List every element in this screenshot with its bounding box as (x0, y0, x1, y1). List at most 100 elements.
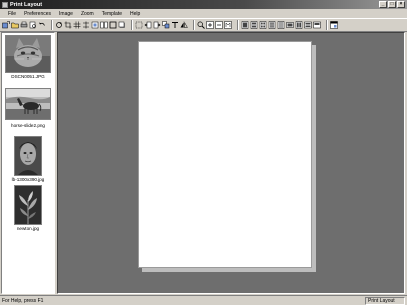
portrait-image (15, 137, 41, 175)
zoom-out-icon (215, 21, 223, 29)
move-left-button[interactable] (144, 21, 152, 30)
toolbar-separator (51, 20, 53, 30)
template-9-button[interactable] (313, 21, 321, 30)
shadow-icon (118, 21, 125, 28)
cat-image (6, 36, 50, 72)
undo-icon (39, 22, 45, 26)
template-two-icon (250, 21, 258, 29)
template-2-button[interactable] (250, 21, 258, 30)
shadow-button[interactable] (118, 21, 126, 30)
flip-icon (180, 21, 188, 29)
border-icon (109, 21, 117, 29)
print-page[interactable] (138, 41, 312, 268)
rotate-button[interactable] (55, 21, 63, 30)
print-button[interactable] (20, 21, 28, 30)
menu-bar: File Preferences Image Zoom Template Hel… (0, 9, 407, 18)
menu-file[interactable]: File (4, 11, 20, 17)
select-button[interactable] (135, 21, 143, 30)
add-images-button[interactable] (2, 21, 10, 30)
thumbnail-item[interactable]: newton.jpg (2, 184, 54, 234)
magnifier-icon (197, 21, 205, 29)
actual-size-button[interactable] (224, 21, 232, 30)
maximize-button[interactable]: □ (388, 1, 396, 8)
menu-image[interactable]: Image (55, 11, 77, 17)
zoom-out-button[interactable] (215, 21, 223, 30)
text-icon (172, 22, 178, 28)
open-folder-icon (11, 22, 19, 29)
undo-button[interactable] (38, 21, 46, 30)
template-3-button[interactable] (259, 21, 267, 30)
crop-icon (64, 21, 72, 29)
border-button[interactable] (109, 21, 117, 30)
text-button[interactable] (171, 21, 179, 30)
thumbnail-frame (5, 88, 51, 120)
close-button[interactable]: × (397, 1, 405, 8)
template-grid-icon (277, 21, 285, 29)
grid-button[interactable] (73, 21, 81, 30)
grid-icon (73, 21, 81, 29)
add-images-icon (2, 21, 10, 29)
template-split-icon (295, 21, 303, 29)
align-icon (83, 21, 89, 29)
thumbnail-label: newton.jpg (16, 226, 40, 231)
stack-button[interactable] (162, 21, 170, 30)
zoom-in-button[interactable] (206, 21, 214, 30)
template-7-button[interactable] (295, 21, 303, 30)
thumbnail-frame (14, 185, 42, 225)
thumbnail-label: lb-1300x390.jpg (11, 177, 45, 182)
menu-template[interactable]: Template (98, 11, 126, 17)
layout-workspace[interactable] (57, 32, 405, 294)
crop-button[interactable] (64, 21, 72, 30)
toolbar-group-file (2, 21, 46, 30)
zoom-button[interactable] (197, 21, 205, 30)
menu-zoom[interactable]: Zoom (77, 11, 98, 17)
template-banner-icon (313, 21, 321, 29)
template-6-button[interactable] (286, 21, 294, 30)
preview-icon (29, 21, 36, 29)
thumbnail-item[interactable]: horse-slide2.png (2, 85, 54, 132)
status-help-text: For Help, press F1 (2, 297, 44, 304)
preview-button[interactable] (29, 21, 37, 30)
printer-icon (20, 21, 28, 28)
toolbar-group-layout (135, 21, 188, 30)
flip-button[interactable] (180, 21, 188, 30)
toolbar-separator (326, 20, 328, 30)
minimize-button[interactable]: _ (379, 1, 387, 8)
actual-size-icon (224, 21, 232, 29)
toolbar-group-template (241, 21, 321, 30)
align-button[interactable] (82, 21, 90, 30)
thumbnail-label: horse-slide2.png (11, 123, 45, 128)
toolbar-group-edit (55, 21, 126, 30)
columns-button[interactable] (100, 21, 108, 30)
template-5-button[interactable] (277, 21, 285, 30)
app-icon (2, 1, 8, 8)
template-full-icon (241, 21, 249, 29)
thumbnail-item[interactable]: DSCN0051.JPG (2, 33, 54, 83)
open-button[interactable] (11, 21, 19, 30)
stack-icon (162, 21, 170, 29)
window-controls: _ □ × (379, 1, 405, 8)
template-4-button[interactable] (268, 21, 276, 30)
rotate-icon (56, 22, 62, 28)
thumbnail-panel[interactable]: DSCN0051.JPG horse-slide2.png lb-1300x39… (1, 32, 55, 294)
thumbnail-item[interactable]: lb-1300x390.jpg (2, 133, 54, 183)
move-right-icon (153, 21, 161, 29)
toolbar-separator (237, 20, 239, 30)
move-right-button[interactable] (153, 21, 161, 30)
horse-image (6, 89, 50, 119)
toolbar (0, 18, 407, 32)
window-title: Print Layout (10, 1, 43, 8)
plant-image (15, 186, 41, 224)
toolbar-group-zoom (197, 21, 232, 30)
zoom-in-icon (206, 21, 214, 29)
page-setup-icon (330, 21, 338, 29)
thumbnail-label: DSCN0051.JPG (11, 74, 45, 79)
template-1-button[interactable] (241, 21, 249, 30)
template-wide-icon (286, 22, 294, 28)
menu-help[interactable]: Help (126, 11, 144, 17)
template-8-button[interactable] (304, 21, 312, 30)
fit-page-button[interactable] (91, 21, 99, 30)
menu-preferences[interactable]: Preferences (20, 11, 55, 17)
page-setup-button[interactable] (330, 21, 338, 30)
thumbnail-frame (5, 35, 51, 73)
